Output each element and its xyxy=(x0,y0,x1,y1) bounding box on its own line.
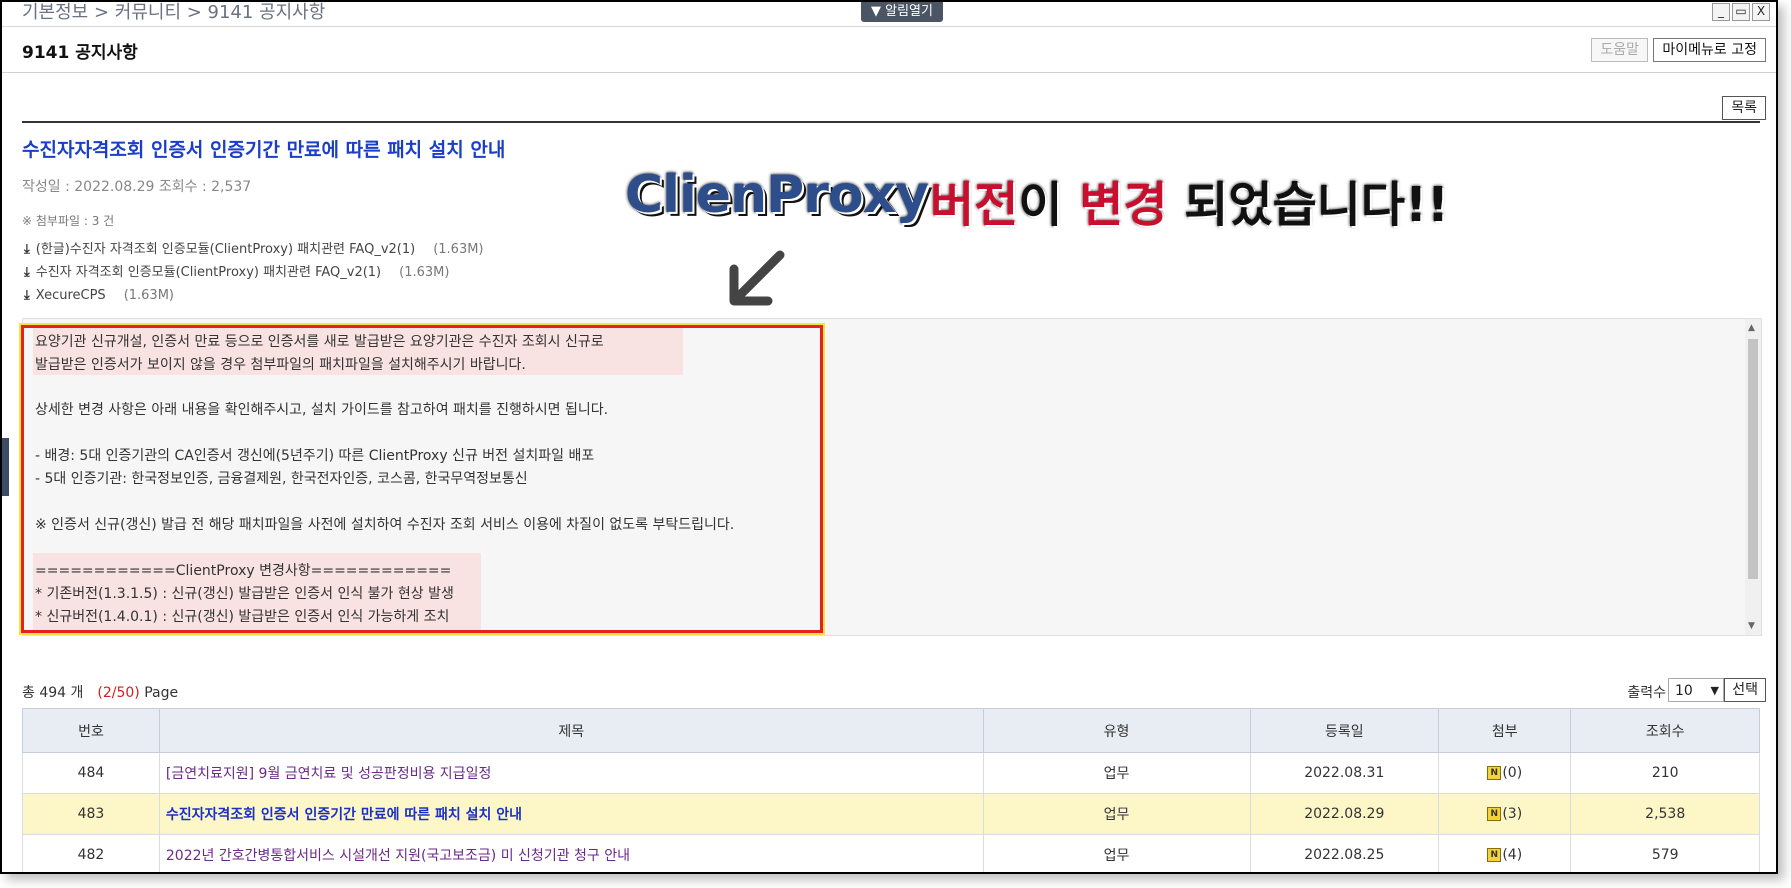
attachment-icon: N xyxy=(1487,807,1502,821)
row-type: 업무 xyxy=(982,834,1251,872)
row-title-link[interactable]: [금연치료지원] 9월 금연치료 및 성공판정비용 지급일정 xyxy=(158,752,984,794)
annotation-arrow-icon xyxy=(729,250,785,306)
row-title-link[interactable]: 수진자자격조회 인증서 인증기간 만료에 따른 패치 설치 안내 xyxy=(158,793,984,835)
column-header: 번호 xyxy=(22,708,160,753)
help-button[interactable]: 도움말 xyxy=(1591,38,1648,62)
breadcrumb: 기본정보 > 커뮤니티 > 9141 공지사항 xyxy=(22,2,326,23)
row-views: 579 xyxy=(1570,834,1760,872)
row-date: 2022.08.25 xyxy=(1249,834,1440,872)
download-icon: ⤓ xyxy=(24,242,30,257)
attachment-count: ※ 첨부파일 : 3 건 xyxy=(22,214,115,228)
annotation-text: 버전이 변경 되었습니다!! xyxy=(930,165,1449,235)
table-row[interactable]: 482 2022년 간호간병통합서비스 시설개선 지원(국고보조금) 미 신청기… xyxy=(22,834,1760,872)
app-window: 기본정보 > 커뮤니티 > 9141 공지사항 ▼ 알림열기 _ ▭ X 914… xyxy=(0,0,1778,874)
column-header: 첨부 xyxy=(1438,708,1572,753)
row-attach: N (0) xyxy=(1438,752,1572,794)
annotation-word: 변경 xyxy=(1079,177,1168,233)
row-views: 210 xyxy=(1570,752,1760,794)
pin-mymenu-button[interactable]: 마이메뉴로 고정 xyxy=(1653,38,1766,62)
notice-title: 수진자자격조회 인증서 인증기간 만료에 따른 패치 설치 안내 xyxy=(22,139,506,161)
page-title: 9141 공지사항 xyxy=(22,43,138,63)
row-type: 업무 xyxy=(982,752,1251,794)
scroll-down-icon[interactable]: ▼ xyxy=(1748,621,1755,631)
attach-count: (0) xyxy=(1502,765,1523,781)
attachment-size: (1.63M) xyxy=(123,288,174,303)
attach-count: (3) xyxy=(1502,806,1523,822)
attachment-item[interactable]: ⤓ XecureCPS (1.63M) xyxy=(24,284,484,307)
column-header: 제목 xyxy=(158,708,984,753)
divider xyxy=(22,121,1760,123)
page-indicator: (2/50) xyxy=(97,685,140,701)
annotation-word: 되었습니다!! xyxy=(1184,177,1449,233)
attachment-icon: N xyxy=(1487,766,1502,780)
attachment-icon: N xyxy=(1487,848,1502,862)
rows-value: 10 xyxy=(1675,683,1693,699)
download-icon: ⤓ xyxy=(24,265,30,280)
row-attach: N (3) xyxy=(1438,793,1572,835)
row-title-link[interactable]: 2022년 간호간병통합서비스 시설개선 지원(국고보조금) 미 신청기관 청구… xyxy=(158,834,984,872)
row-number: 483 xyxy=(22,793,160,835)
annotation-word: 이 xyxy=(1018,177,1063,233)
notice-meta: 작성일 : 2022.08.29 조회수 : 2,537 xyxy=(22,179,252,195)
table-header: 번호 제목 유형 등록일 첨부 조회수 xyxy=(22,708,1760,753)
row-views: 2,538 xyxy=(1570,793,1760,835)
list-button[interactable]: 목록 xyxy=(1722,96,1766,120)
rows-per-page-select[interactable]: 10 ▼ xyxy=(1668,678,1724,702)
chevron-down-icon: ▼ xyxy=(1710,684,1719,697)
row-date: 2022.08.29 xyxy=(1249,793,1440,835)
side-panel-toggle[interactable] xyxy=(2,438,9,496)
alarm-toggle-button[interactable]: ▼ 알림열기 xyxy=(861,2,943,22)
row-number: 484 xyxy=(22,752,160,794)
window-controls: _ ▭ X xyxy=(1712,3,1770,21)
attachment-list: ⤓ (한글)수진자 자격조회 인증모듈(ClientProxy) 패치관련 FAQ… xyxy=(24,238,484,307)
attachment-item[interactable]: ⤓ 수진자 자격조회 인증모듈(ClientProxy) 패치관련 FAQ_v2(… xyxy=(24,261,484,284)
row-number: 482 xyxy=(22,834,160,872)
scroll-thumb[interactable] xyxy=(1748,339,1758,579)
select-button[interactable]: 선택 xyxy=(1724,678,1766,702)
highlight-frame xyxy=(19,323,825,635)
list-summary: 총 494 개 (2/50) Page xyxy=(22,682,178,702)
row-type: 업무 xyxy=(982,793,1251,835)
column-header: 등록일 xyxy=(1249,708,1440,753)
table-row[interactable]: 484 [금연치료지원] 9월 금연치료 및 성공판정비용 지급일정 업무 20… xyxy=(22,752,1760,794)
row-date: 2022.08.31 xyxy=(1249,752,1440,794)
scroll-up-icon[interactable]: ▲ xyxy=(1748,323,1755,333)
table-row-selected[interactable]: 483 수진자자격조회 인증서 인증기간 만료에 따른 패치 설치 안내 업무 … xyxy=(22,793,1760,835)
attachment-size: (1.63M) xyxy=(433,242,484,257)
column-header: 유형 xyxy=(982,708,1251,753)
total-count: 총 494 개 xyxy=(22,685,84,701)
download-icon: ⤓ xyxy=(24,288,30,303)
title-row: 9141 공지사항 도움말 마이메뉴로 고정 xyxy=(2,30,1776,73)
content-scrollbar[interactable]: ▲ ▼ xyxy=(1745,319,1761,635)
top-bar: 기본정보 > 커뮤니티 > 9141 공지사항 ▼ 알림열기 _ ▭ X xyxy=(2,2,1776,27)
attachment-name[interactable]: 수진자 자격조회 인증모듈(ClientProxy) 패치관련 FAQ_v2(1… xyxy=(36,265,381,280)
minimize-icon[interactable]: _ xyxy=(1712,3,1730,21)
annotation-word: 버전 xyxy=(930,177,1019,233)
attachment-name[interactable]: (한글)수진자 자격조회 인증모듈(ClientProxy) 패치관련 FAQ_… xyxy=(36,242,415,257)
row-attach: N (4) xyxy=(1438,834,1572,872)
attachment-item[interactable]: ⤓ (한글)수진자 자격조회 인증모듈(ClientProxy) 패치관련 FAQ… xyxy=(24,238,484,261)
rows-label: 출력수 xyxy=(1627,685,1666,701)
annotation-title: ClienProxy xyxy=(625,165,929,225)
restore-icon[interactable]: ▭ xyxy=(1732,3,1750,21)
column-header: 조회수 xyxy=(1570,708,1760,753)
page-suffix: Page xyxy=(144,685,179,701)
notice-table: 번호 제목 유형 등록일 첨부 조회수 484 [금연치료지원] 9월 금연치료… xyxy=(22,708,1760,872)
close-icon[interactable]: X xyxy=(1752,3,1770,21)
attachment-name[interactable]: XecureCPS xyxy=(36,288,106,303)
attachment-size: (1.63M) xyxy=(399,265,450,280)
attach-count: (4) xyxy=(1502,847,1523,863)
